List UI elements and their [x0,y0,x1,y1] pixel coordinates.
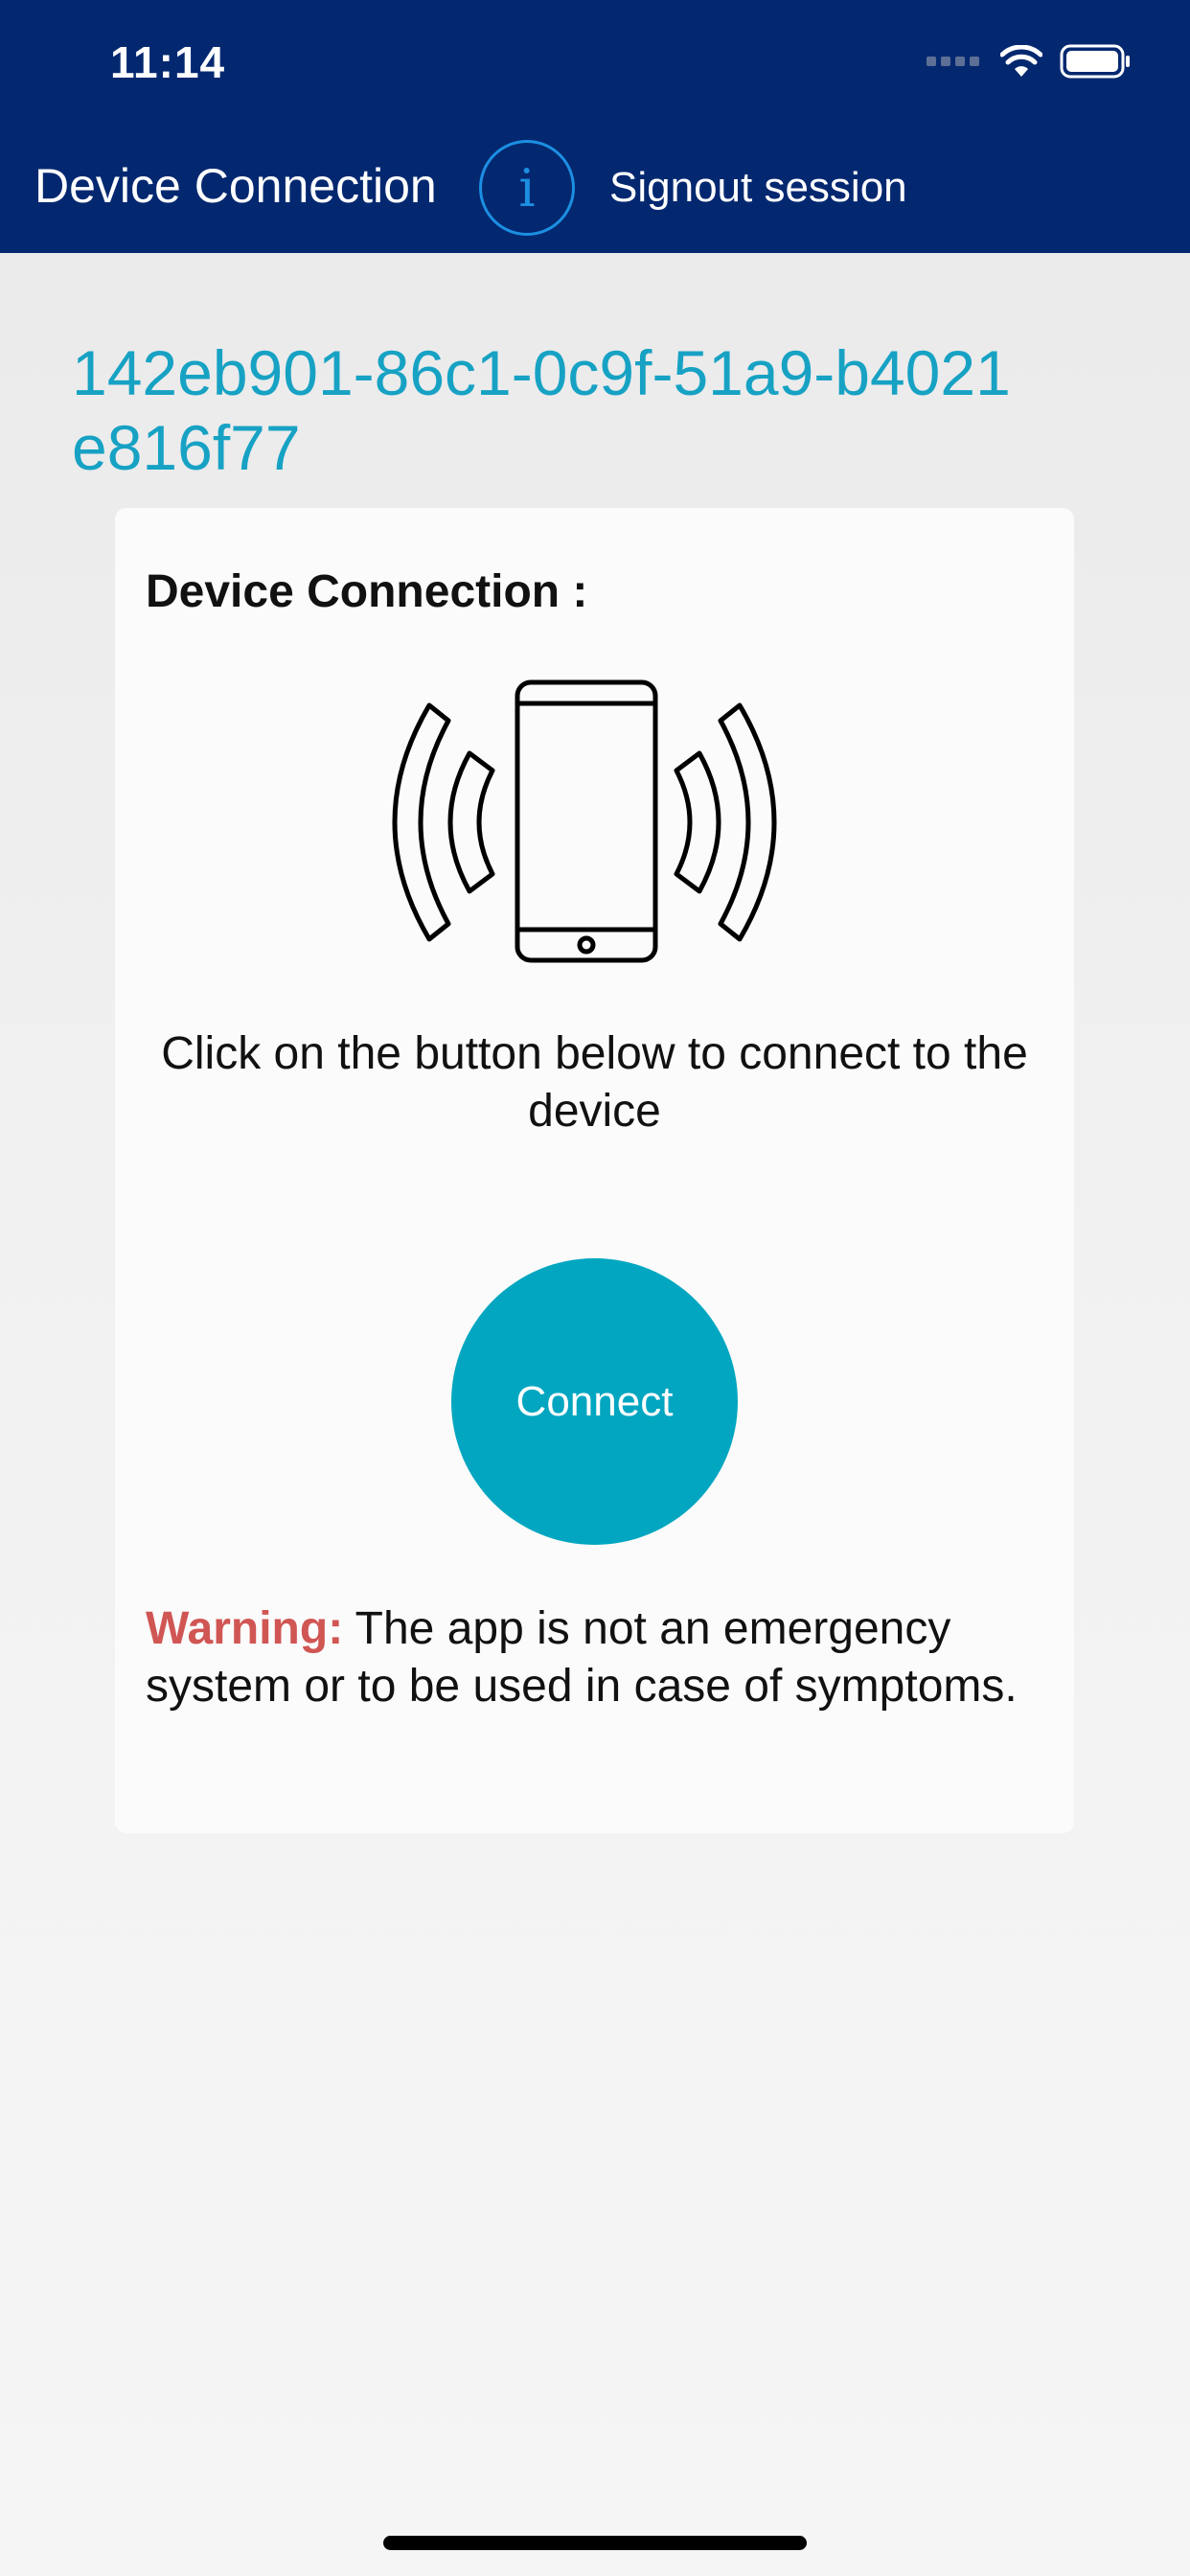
status-icons [927,42,1133,80]
connect-button[interactable]: Connect [451,1258,738,1545]
app-header: 11:14 Device Connection i Signout sessio… [0,0,1190,253]
page-title: Device Connection [34,159,437,213]
connect-button-label: Connect [515,1377,674,1425]
wifi-icon [1000,45,1042,77]
device-connection-card: Device Connection : Click on the button … [115,508,1074,1833]
home-indicator[interactable] [383,2536,807,2550]
info-button[interactable]: i [479,140,575,236]
info-icon: i [518,157,536,218]
phone-vibrating-icon [392,679,777,963]
status-time: 11:14 [110,37,226,87]
device-id: 142eb901-86c1-0c9f-51a9-b4021e816f77 [72,337,1011,483]
connect-instruction: Click on the button below to connect to … [161,1028,1028,1137]
battery-icon [1060,44,1130,79]
warning-label: Warning: [146,1603,344,1654]
cellular-signal-icon [927,57,979,66]
card-title: Device Connection : [146,566,588,617]
warning-message: Warning: The app is not an emergency sys… [146,1600,1056,1715]
signout-button[interactable]: Signout session [609,164,907,212]
